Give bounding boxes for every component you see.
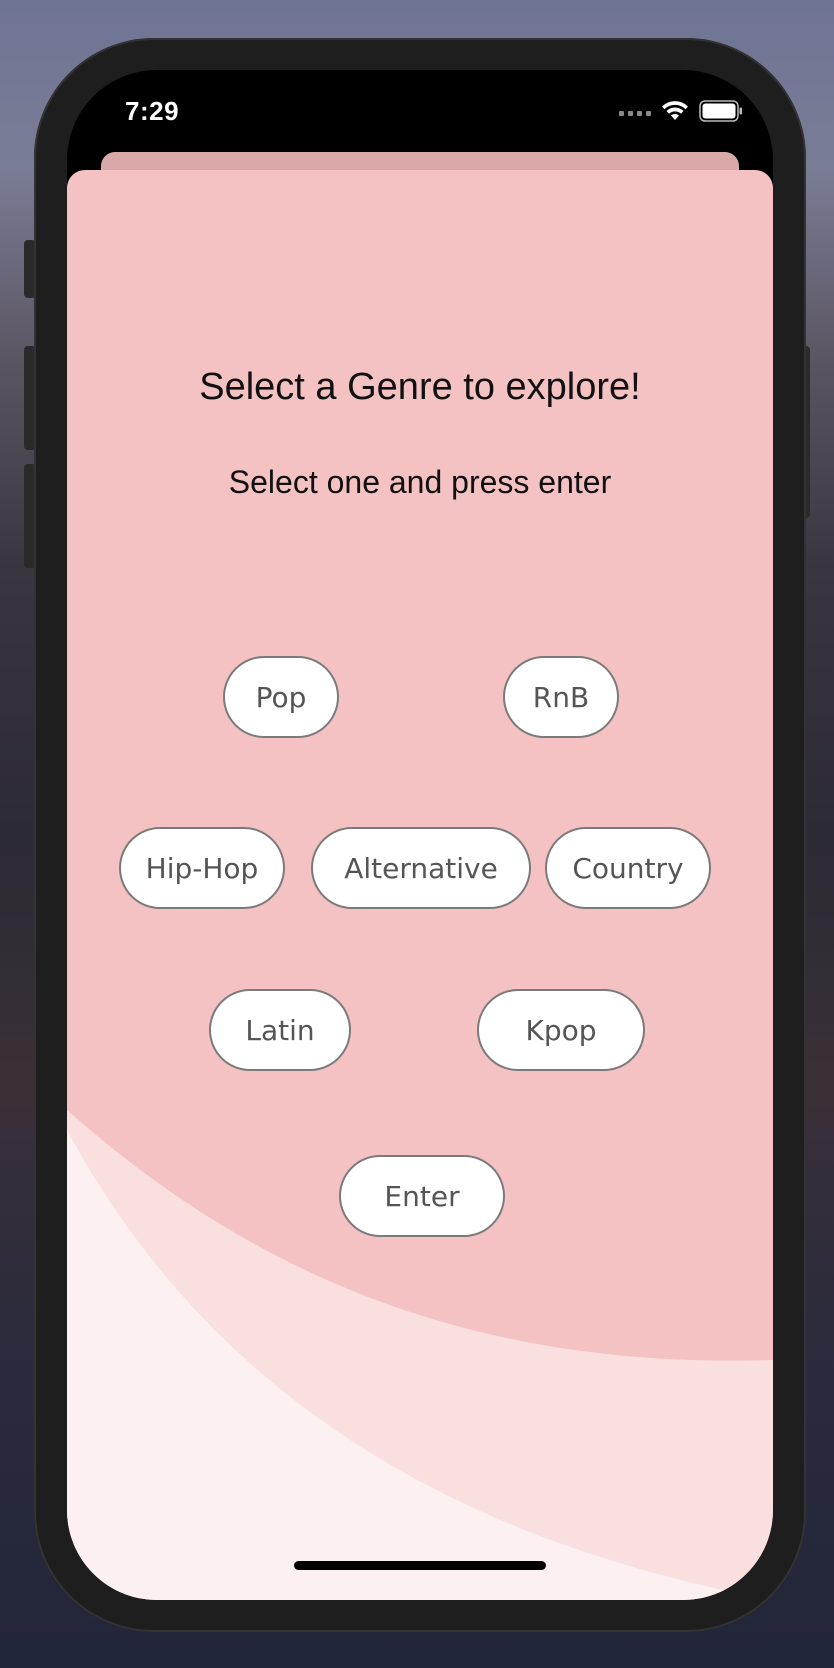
genre-button-label: Alternative: [344, 851, 498, 885]
genre-button-label: Kpop: [525, 1013, 597, 1047]
device-frame: 7:29 Select a Genre to explore! Select o…: [34, 38, 806, 1632]
genre-button-label: RnB: [532, 680, 590, 714]
genre-button-hiphop[interactable]: Hip-Hop: [119, 827, 285, 909]
enter-button-label: Enter: [384, 1179, 460, 1213]
genre-button-pop[interactable]: Pop: [223, 656, 339, 738]
genre-button-label: Hip-Hop: [145, 851, 259, 885]
genre-button-country[interactable]: Country: [545, 827, 711, 909]
genre-button-label: Latin: [245, 1013, 315, 1047]
genre-button-label: Pop: [255, 680, 307, 714]
page-title: Select a Genre to explore!: [199, 366, 641, 408]
wifi-icon: [661, 100, 689, 127]
battery-icon: [699, 100, 743, 127]
device-screen: 7:29 Select a Genre to explore! Select o…: [67, 70, 773, 1600]
enter-button[interactable]: Enter: [339, 1155, 505, 1237]
genre-button-latin[interactable]: Latin: [209, 989, 351, 1071]
genre-button-alternative[interactable]: Alternative: [311, 827, 531, 909]
cellular-signal-icon: [619, 111, 651, 116]
notch: [223, 70, 617, 126]
genre-button-label: Country: [572, 851, 684, 885]
home-indicator[interactable]: [294, 1561, 546, 1570]
status-time: 7:29: [125, 96, 180, 126]
genre-button-kpop[interactable]: Kpop: [477, 989, 645, 1071]
genre-button-rnb[interactable]: RnB: [503, 656, 619, 738]
page-subtitle: Select one and press enter: [228, 464, 612, 500]
genre-sheet: Select a Genre to explore! Select one an…: [67, 170, 773, 1600]
status-icons: [619, 100, 743, 127]
